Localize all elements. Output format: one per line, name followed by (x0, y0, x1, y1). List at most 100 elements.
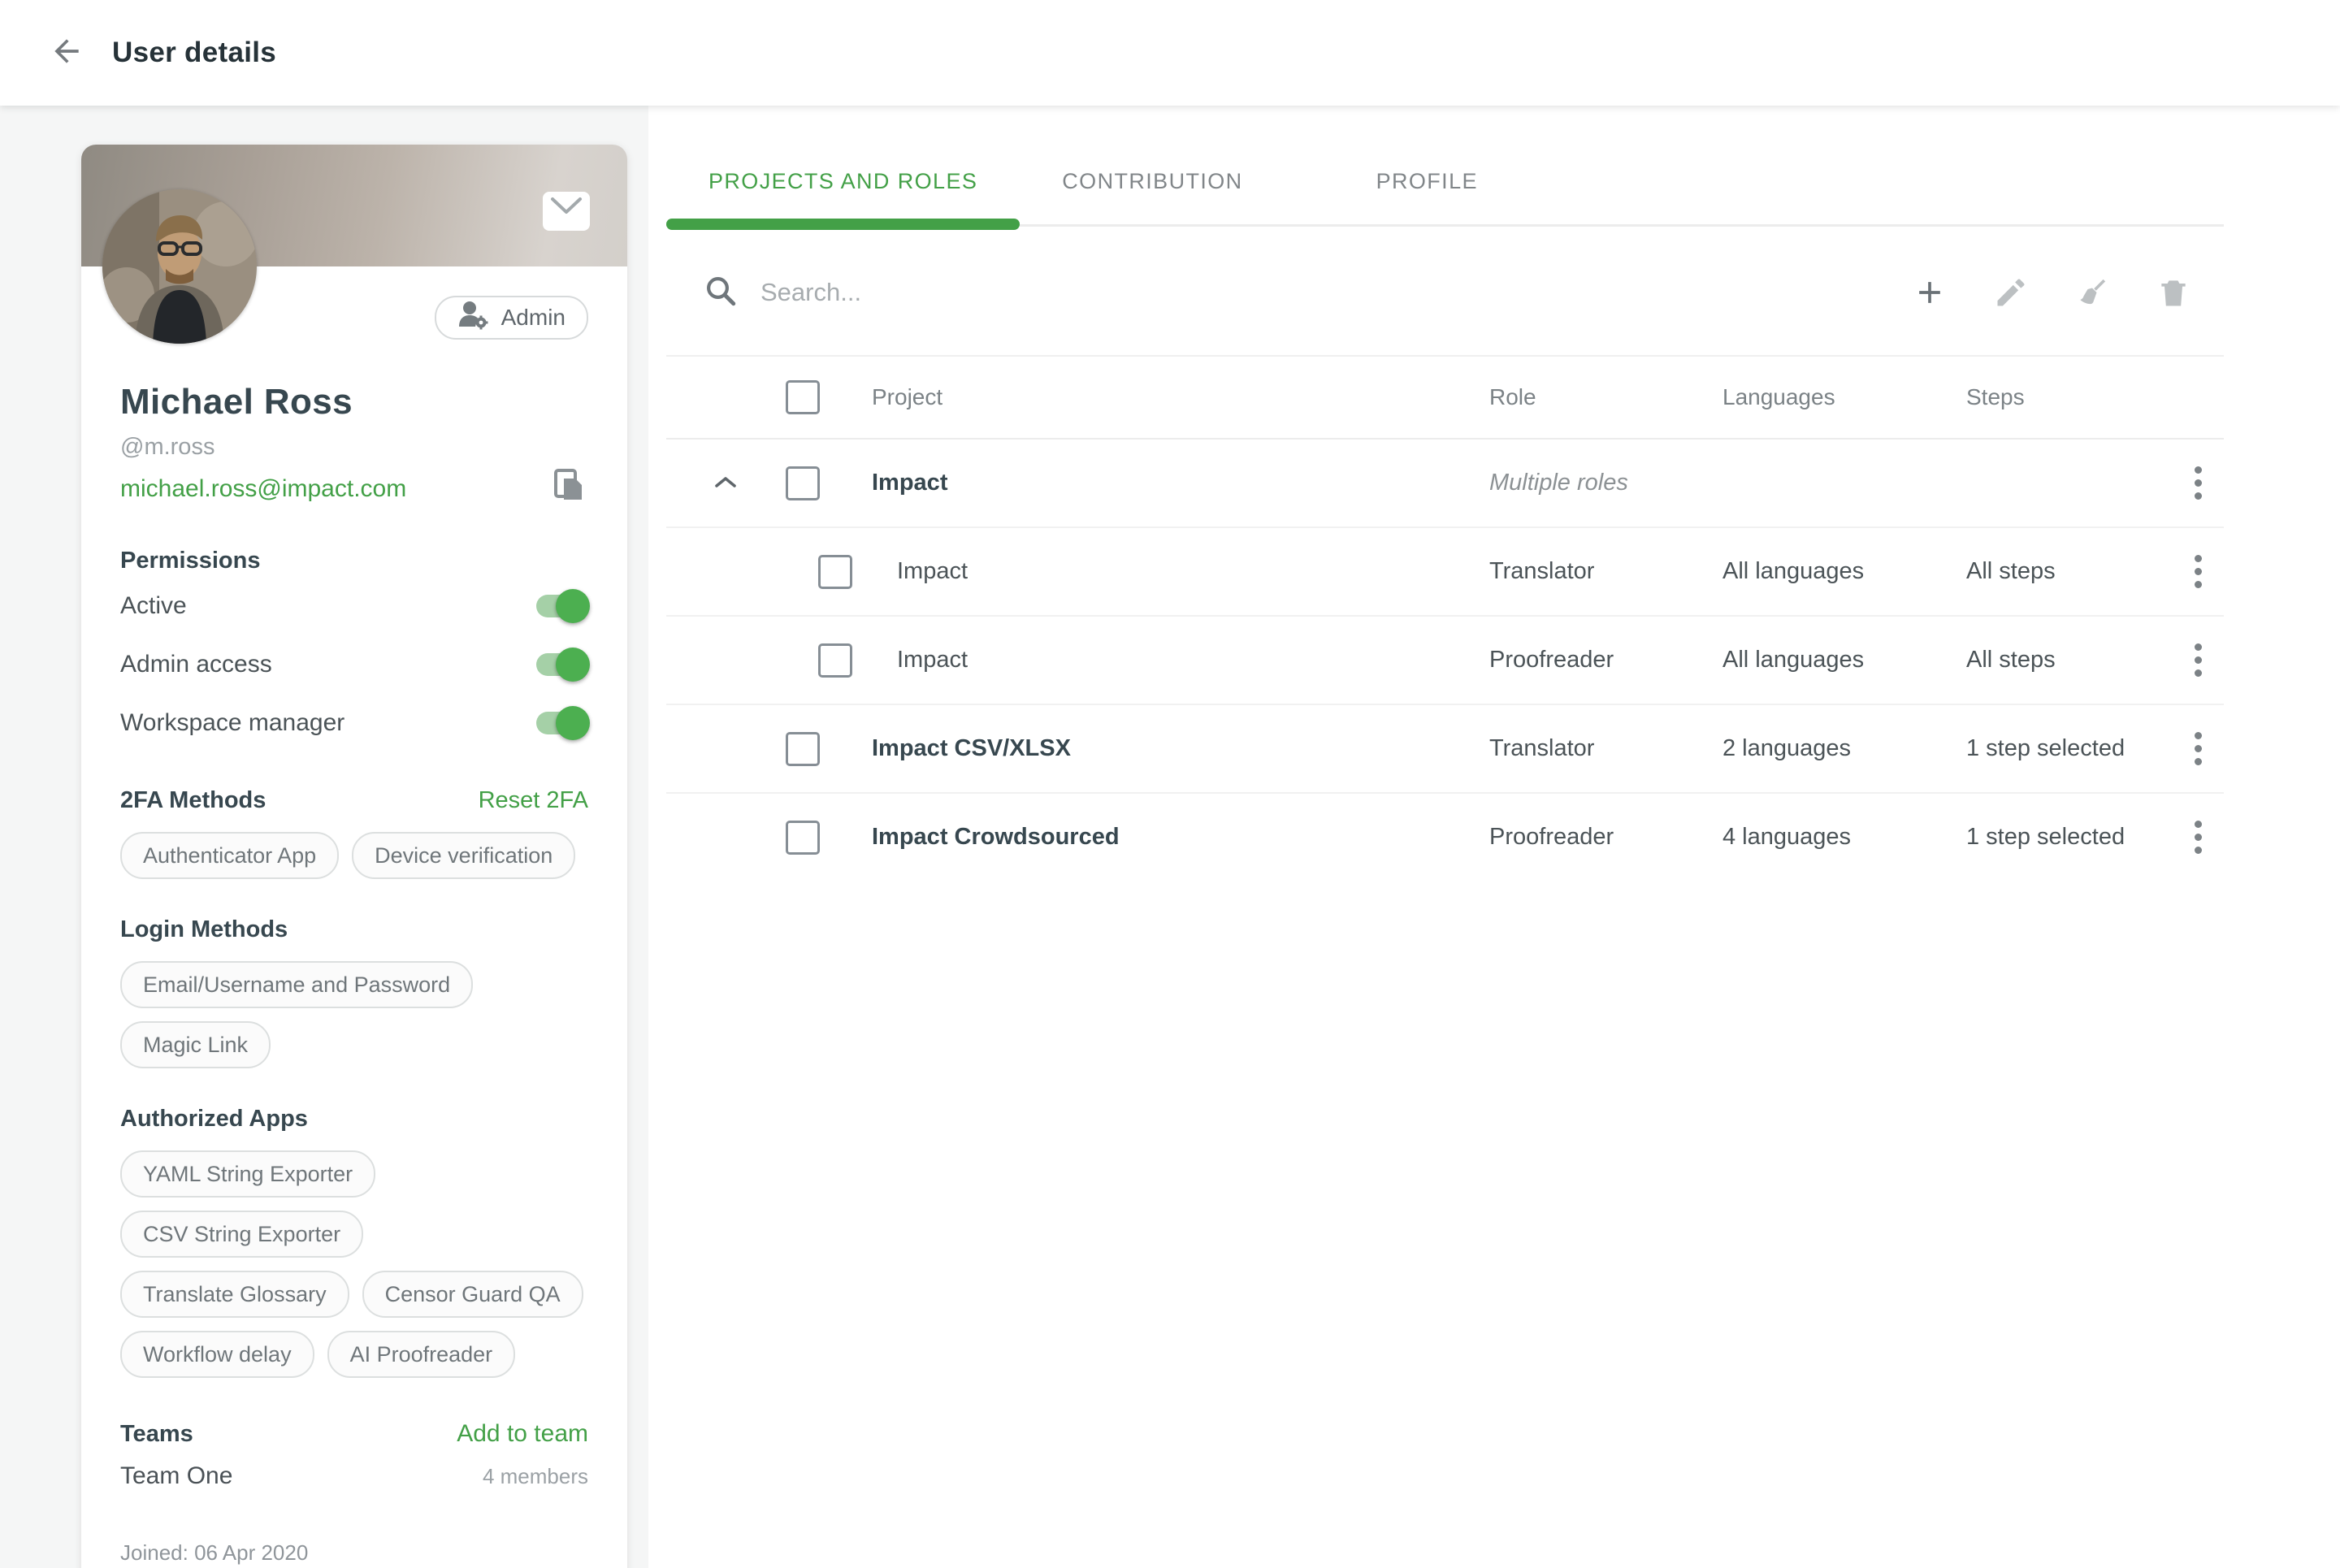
main-content: PROJECTS AND ROLES CONTRIBUTION PROFILE (666, 146, 2224, 881)
row-menu-button[interactable] (2172, 547, 2224, 596)
twofa-heading: 2FA Methods (120, 787, 266, 814)
role-cell: Multiple roles (1489, 470, 1966, 496)
mail-icon (550, 197, 583, 227)
copy-email-button[interactable] (552, 467, 588, 510)
row-checkbox[interactable] (818, 555, 852, 589)
admin-user-icon (457, 301, 490, 336)
kebab-menu-icon (2195, 466, 2202, 474)
search-input[interactable] (759, 277, 1493, 308)
languages-cell: 4 languages (1722, 824, 1966, 851)
authorized-apps-heading: Authorized Apps (120, 1106, 588, 1133)
tab-bar: PROJECTS AND ROLES CONTRIBUTION PROFILE (666, 146, 2224, 230)
row-checkbox[interactable] (818, 643, 852, 678)
column-header-languages: Languages (1722, 384, 1966, 410)
collapse-group-button[interactable] (713, 470, 738, 496)
row-menu-button[interactable] (2172, 458, 2224, 508)
user-handle: @m.ross (120, 434, 588, 461)
toggle-row-active: Active (120, 579, 588, 633)
copy-icon (552, 467, 588, 510)
toggle-row-admin-access: Admin access (120, 638, 588, 691)
add-button[interactable] (1912, 275, 1948, 310)
user-name: Michael Ross (120, 382, 588, 422)
authorized-app-chip: AI Proofreader (327, 1331, 516, 1378)
toggle-knob (556, 589, 590, 623)
table-toolbar (666, 230, 2224, 357)
row-checkbox[interactable] (786, 821, 820, 855)
edit-button[interactable] (1993, 275, 2029, 310)
steps-cell: 1 step selected (1966, 735, 2172, 762)
teams-heading: Teams (120, 1421, 193, 1448)
tab-profile[interactable]: PROFILE (1334, 146, 1520, 216)
twofa-method-chip: Device verification (352, 832, 575, 879)
project-name: Impact (872, 647, 1489, 674)
user-details-page: User details (0, 0, 2340, 1568)
top-bar: User details (0, 0, 2340, 106)
team-name: Team One (120, 1462, 232, 1490)
tab-contribution[interactable]: CONTRIBUTION (1020, 146, 1285, 216)
toggle-label: Active (120, 592, 187, 620)
languages-cell: 2 languages (1722, 735, 1966, 762)
toggle-knob (556, 648, 590, 682)
permission-toggle[interactable] (536, 712, 588, 734)
toggle-knob (556, 706, 590, 740)
toggle-row-workspace-manager: Workspace manager (120, 696, 588, 750)
steps-cell: All steps (1966, 647, 2172, 674)
page-title: User details (112, 37, 276, 69)
admin-badge-label: Admin (501, 305, 566, 331)
kebab-menu-icon (2195, 821, 2202, 828)
row-menu-button[interactable] (2172, 812, 2224, 862)
select-all-checkbox[interactable] (786, 380, 820, 414)
team-list-item: Team One 4 members (120, 1462, 588, 1490)
row-checkbox[interactable] (786, 732, 820, 766)
authorized-app-chip: CSV String Exporter (120, 1211, 363, 1258)
column-header-steps: Steps (1966, 384, 2172, 410)
project-name: Impact (872, 470, 1489, 496)
authorized-app-chip: YAML String Exporter (120, 1150, 375, 1198)
steps-cell: All steps (1966, 558, 2172, 585)
languages-cell: All languages (1722, 647, 1966, 674)
row-menu-button[interactable] (2172, 724, 2224, 773)
user-email-link[interactable]: michael.ross@impact.com (120, 475, 406, 503)
project-name: Impact Crowdsourced (872, 824, 1489, 851)
clean-button[interactable] (2074, 275, 2110, 310)
reset-2fa-link[interactable]: Reset 2FA (479, 787, 588, 814)
kebab-menu-icon (2195, 732, 2202, 739)
permission-toggle[interactable] (536, 653, 588, 676)
steps-cell: 1 step selected (1966, 824, 2172, 851)
back-button[interactable] (47, 33, 86, 72)
column-header-role: Role (1489, 384, 1722, 410)
meta-joined: Joined: 06 Apr 2020 (120, 1537, 588, 1568)
authorized-app-chip: Censor Guard QA (362, 1271, 583, 1318)
table-row: Impact Crowdsourced Proofreader 4 langua… (666, 794, 2224, 881)
add-to-team-link[interactable]: Add to team (457, 1420, 588, 1448)
project-name: Impact (872, 558, 1489, 585)
back-arrow-icon (49, 33, 84, 73)
table-row: Impact Translator All languages All step… (666, 528, 2224, 617)
table-row-group: Impact Multiple roles (666, 440, 2224, 528)
search-icon (666, 274, 738, 312)
kebab-menu-icon (2195, 643, 2202, 651)
table-row: Impact Proofreader All languages All ste… (666, 617, 2224, 705)
authorized-app-chip: Translate Glossary (120, 1271, 349, 1318)
login-method-chip: Email/Username and Password (120, 961, 473, 1008)
tab-projects-and-roles[interactable]: PROJECTS AND ROLES (666, 146, 1020, 216)
admin-role-badge: Admin (435, 296, 588, 340)
avatar (102, 189, 257, 344)
languages-cell: All languages (1722, 558, 1966, 585)
toggle-label: Workspace manager (120, 709, 344, 737)
row-menu-button[interactable] (2172, 635, 2224, 685)
chevron-up-icon (713, 470, 738, 496)
team-members-count: 4 members (483, 1464, 588, 1489)
permissions-heading: Permissions (120, 548, 588, 574)
login-method-chip: Magic Link (120, 1021, 271, 1068)
toggle-label: Admin access (120, 651, 272, 678)
row-checkbox[interactable] (786, 466, 820, 500)
send-email-button[interactable] (543, 192, 590, 231)
delete-button[interactable] (2156, 275, 2191, 310)
twofa-method-chip: Authenticator App (120, 832, 339, 879)
column-header-project: Project (872, 384, 1489, 410)
login-methods-heading: Login Methods (120, 916, 588, 943)
role-cell: Translator (1489, 558, 1722, 585)
permission-toggle[interactable] (536, 595, 588, 617)
role-cell: Proofreader (1489, 647, 1722, 674)
